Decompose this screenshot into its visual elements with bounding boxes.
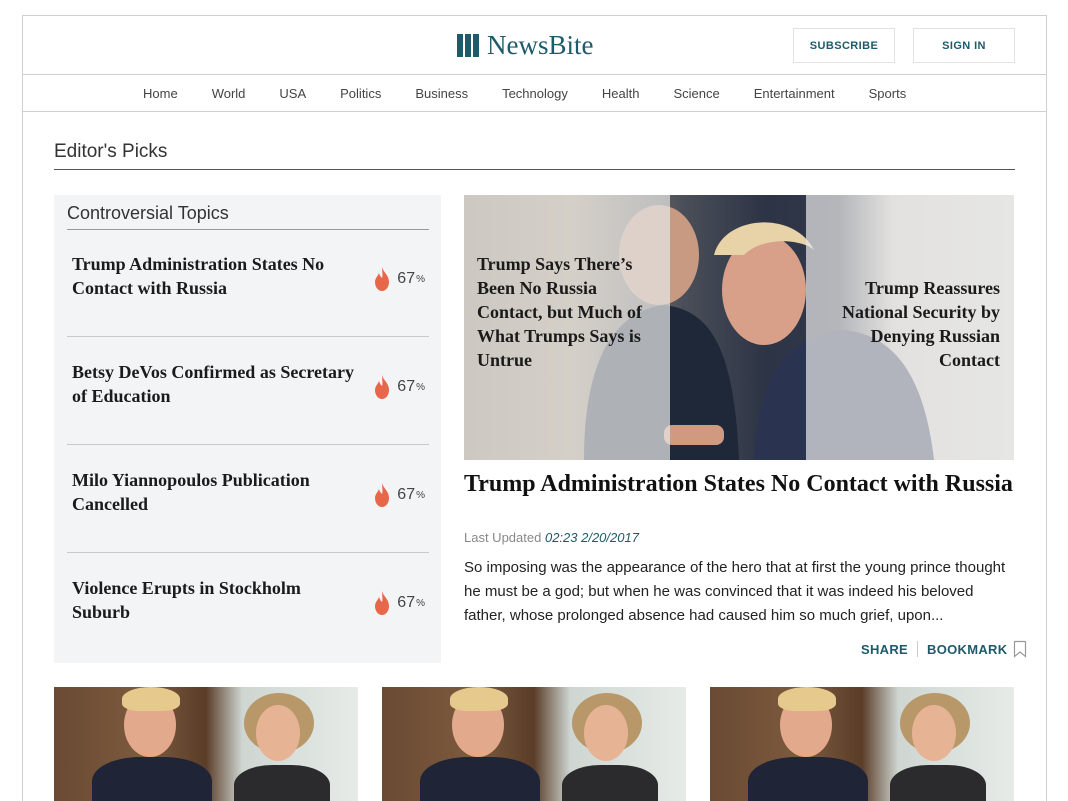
flame-icon xyxy=(375,591,390,615)
story-card-image[interactable] xyxy=(382,687,686,801)
topic-title[interactable]: Betsy DeVos Confirmed as Secretary of Ed… xyxy=(72,360,357,408)
feature-headline[interactable]: Trump Administration States No Contact w… xyxy=(464,472,1014,496)
heat-score: 67 % xyxy=(373,590,425,616)
feature-summary: So imposing was the appearance of the he… xyxy=(464,559,1006,624)
topic-title[interactable]: Trump Administration States No Contact w… xyxy=(72,252,357,300)
feature-overlay-left[interactable]: Trump Says There’s Been No Russia Contac… xyxy=(464,195,670,460)
last-updated: Last Updated 02:23 2/20/2017 xyxy=(464,530,639,545)
flame-icon xyxy=(375,375,390,399)
flame-icon xyxy=(375,267,390,291)
controversial-topics-panel: Controversial Topics Trump Administratio… xyxy=(54,195,441,663)
story-card-image[interactable] xyxy=(54,687,358,801)
last-updated-time: 02:23 2/20/2017 xyxy=(544,530,639,545)
feature-overlay-right[interactable]: Trump Reassures National Security by Den… xyxy=(806,195,1014,460)
share-button[interactable]: SHARE xyxy=(861,642,908,657)
percent-sign: % xyxy=(416,273,425,285)
heat-percent: 67 xyxy=(397,270,416,287)
logo-mark-icon xyxy=(457,34,479,57)
flame-icon xyxy=(375,483,390,507)
bookmark-button[interactable]: BOOKMARK xyxy=(927,642,1007,657)
heat-percent: 67 xyxy=(397,594,416,611)
bookmark-icon[interactable] xyxy=(1013,640,1027,658)
topic-item[interactable]: Milo Yiannopoulos Publication Cancelled … xyxy=(67,445,429,553)
logo-text: NewsBite xyxy=(487,30,594,60)
nav-item-entertainment[interactable]: Entertainment xyxy=(754,86,835,101)
overlay-left-headline[interactable]: Trump Says There’s Been No Russia Contac… xyxy=(477,252,657,372)
sign-in-button[interactable]: SIGN IN xyxy=(913,28,1015,63)
section-title: Editor's Picks xyxy=(54,141,1015,170)
nav-item-home[interactable]: Home xyxy=(143,86,178,101)
last-updated-label: Last Updated xyxy=(464,530,542,545)
main-nav: Home World USA Politics Business Technol… xyxy=(23,75,1046,112)
subscribe-button[interactable]: SUBSCRIBE xyxy=(793,28,895,63)
topic-item[interactable]: Trump Administration States No Contact w… xyxy=(67,229,429,337)
controversial-topics-title: Controversial Topics xyxy=(67,203,429,230)
percent-sign: % xyxy=(416,381,425,393)
heat-score: 67 % xyxy=(373,482,425,508)
topic-title[interactable]: Milo Yiannopoulos Publication Cancelled xyxy=(72,468,357,516)
heat-score: 67 % xyxy=(373,266,425,292)
nav-item-business[interactable]: Business xyxy=(415,86,468,101)
heat-percent: 67 xyxy=(397,378,416,395)
topic-item[interactable]: Betsy DeVos Confirmed as Secretary of Ed… xyxy=(67,337,429,445)
site-header: NewsBite SUBSCRIBE SIGN IN xyxy=(23,16,1046,75)
nav-item-sports[interactable]: Sports xyxy=(869,86,907,101)
nav-item-politics[interactable]: Politics xyxy=(340,86,381,101)
nav-item-world[interactable]: World xyxy=(212,86,246,101)
nav-item-health[interactable]: Health xyxy=(602,86,640,101)
topic-item[interactable]: Violence Erupts in Stockholm Suburb 67 % xyxy=(67,553,429,661)
percent-sign: % xyxy=(416,597,425,609)
nav-item-usa[interactable]: USA xyxy=(279,86,306,101)
overlay-right-headline[interactable]: Trump Reassures National Security by Den… xyxy=(810,276,1000,372)
heat-score: 67 % xyxy=(373,374,425,400)
feature-image[interactable]: Trump Says There’s Been No Russia Contac… xyxy=(464,195,1014,460)
percent-sign: % xyxy=(416,489,425,501)
article-actions: SHARE BOOKMARK xyxy=(861,640,1027,658)
nav-item-technology[interactable]: Technology xyxy=(502,86,568,101)
action-divider xyxy=(917,641,919,657)
site-logo[interactable]: NewsBite xyxy=(457,30,593,61)
heat-percent: 67 xyxy=(397,486,416,503)
nav-item-science[interactable]: Science xyxy=(673,86,719,101)
topic-title[interactable]: Violence Erupts in Stockholm Suburb xyxy=(72,576,357,624)
story-card-image[interactable] xyxy=(710,687,1014,801)
